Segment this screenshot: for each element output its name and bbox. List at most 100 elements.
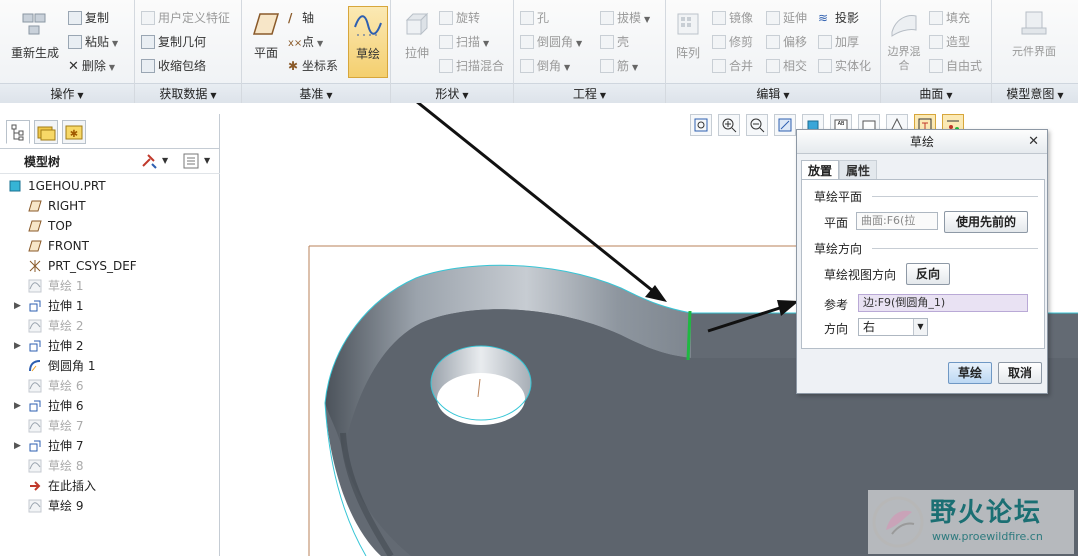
reference-field[interactable]: 边:F9(倒圆角_1) [858,294,1028,312]
offset-button[interactable]: 偏移 [766,32,807,52]
use-previous-button[interactable]: 使用先前的 [944,211,1028,233]
csys-button[interactable]: ✱ 坐标系 [288,56,338,76]
delete-button[interactable]: ✕ 删除 ▼ [68,56,115,76]
tree-item-extrude[interactable]: ▶ 拉伸 2 [0,336,220,356]
group-label-editing[interactable]: 编辑 ▼ [666,83,880,103]
shell-button[interactable]: 壳 [600,32,629,52]
paste-button[interactable]: 粘贴 ▼ [68,32,118,52]
expand-arrow-icon[interactable]: ▶ [14,396,24,416]
tree-item-insert-here[interactable]: 在此插入 [0,476,220,496]
udf-button[interactable]: 用户定义特征 [141,8,230,28]
group-label-shapes[interactable]: 形状 ▼ [391,83,513,103]
tree-item-sketch[interactable]: 草绘 7 [0,416,220,436]
model-tree-icon [11,124,24,141]
axis-button[interactable]: / 轴 [288,8,314,28]
swept-blend-button[interactable]: 扫描混合 [439,56,504,76]
tab-folder-browser[interactable] [34,120,58,144]
tree-item-sketch[interactable]: 草绘 2 [0,316,220,336]
tree-item-round[interactable]: 倒圆角 1 [0,356,220,376]
copy-geom-button[interactable]: 复制几何 [141,32,206,52]
copy-button[interactable]: 复制 [68,8,109,28]
tree-item-datum[interactable]: PRT_CSYS_DEF [0,256,220,276]
mirror-button[interactable]: 镜像 [712,8,753,28]
regenerate-button[interactable]: 重新生成 [8,6,62,78]
tree-item-datum[interactable]: TOP [0,216,220,236]
revolve-icon [439,11,453,25]
thicken-button[interactable]: 加厚 [818,32,859,52]
view-direction-label: 草绘视图方向 [824,268,897,282]
style-button[interactable]: 造型 [929,32,970,52]
extend-button[interactable]: 延伸 [766,8,807,28]
round-label: 倒圆角 [537,35,574,49]
draft-button[interactable]: 拔模 ▼ [600,8,650,28]
cancel-button[interactable]: 取消 [998,362,1042,384]
group-label-model-intent[interactable]: 模型意图 ▼ [992,83,1078,103]
freestyle-button[interactable]: 自由式 [929,56,982,76]
tree-item-extrude[interactable]: ▶ 拉伸 1 [0,296,220,316]
merge-button[interactable]: 合并 [712,56,753,76]
chamfer-button[interactable]: 倒角 ▼ [520,56,570,76]
point-button[interactable]: x×点 ▼ [288,32,323,52]
tree-item-extrude[interactable]: ▶ 拉伸 6 [0,396,220,416]
zoom-in-button[interactable] [718,114,740,136]
tree-settings-icon[interactable] [140,152,158,170]
flip-button[interactable]: 反向 [906,263,950,285]
round-button[interactable]: 倒圆角 ▼ [520,32,582,52]
expand-arrow-icon[interactable]: ▶ [14,296,24,316]
revolve-button[interactable]: 旋转 [439,8,480,28]
tree-item-datum[interactable]: RIGHT [0,196,220,216]
rib-label: 筋 [617,59,630,73]
tab-model-tree[interactable] [6,120,30,144]
tree-item-datum[interactable]: 1GEHOU.PRT [0,176,220,196]
group-label-surfaces[interactable]: 曲面 ▼ [881,83,991,103]
tree-item-sketch[interactable]: 草绘 1 [0,276,220,296]
tree-settings-dropdown[interactable]: ▼ [162,151,168,171]
solidify-button[interactable]: 实体化 [818,56,871,76]
rib-button[interactable]: 筋 ▼ [600,56,638,76]
pattern-button[interactable]: 阵列 [668,6,708,78]
refit-button[interactable] [690,114,712,136]
component-interface-button[interactable]: 元件界面 [1010,6,1058,78]
trim-button[interactable]: 修剪 [712,32,753,52]
copy-label: 复制 [85,11,110,25]
tree-columns-icon[interactable] [182,152,200,170]
plane-field[interactable]: 曲面:F6(拉 [856,212,938,230]
tree-item-sketch[interactable]: 草绘 8 [0,456,220,476]
sketch-button[interactable]: 草绘 [348,6,388,78]
sweep-button[interactable]: 扫描 ▼ [439,32,489,52]
group-label-get-data[interactable]: 获取数据 ▼ [135,83,241,103]
group-label-datum[interactable]: 基准 ▼ [242,83,390,103]
hole-button[interactable]: 孔 [520,8,549,28]
boundary-blend-button[interactable]: 边界混合 [883,6,925,78]
tab-properties[interactable]: 属性 [839,160,878,180]
tree-item-sketch[interactable]: 草绘 9 [0,496,220,516]
tab-placement[interactable]: 放置 [801,160,840,180]
tree-item-sketch[interactable]: 草绘 6 [0,376,220,396]
dialog-title-bar[interactable]: 草绘 ✕ [797,130,1047,154]
plane-button[interactable]: 平面 [244,6,288,78]
intersect-button[interactable]: 相交 [766,56,807,76]
shrinkwrap-label: 收缩包络 [158,59,207,73]
orientation-select[interactable]: 右 ▼ [858,318,928,336]
group-label-operations[interactable]: 操作 ▼ [0,83,134,103]
extrude-button[interactable]: 拉伸 [395,6,439,78]
shrinkwrap-button[interactable]: 收缩包络 [141,56,206,76]
project-button[interactable]: ≋ 投影 [818,8,859,28]
expand-arrow-icon[interactable]: ▶ [14,336,24,356]
sketch-confirm-button[interactable]: 草绘 [948,362,992,384]
swept-blend-icon [439,59,453,73]
tree-item-extrude[interactable]: ▶ 拉伸 7 [0,436,220,456]
csys-label: 坐标系 [302,59,339,73]
fill-button[interactable]: 填充 [929,8,970,28]
tree-item-datum[interactable]: FRONT [0,236,220,256]
close-icon[interactable]: ✕ [1028,130,1039,154]
group-label-engineering[interactable]: 工程 ▼ [514,83,665,103]
tab-favorites[interactable]: ✱ [62,120,86,144]
repaint-button[interactable] [774,114,796,136]
hole-icon [520,11,534,25]
expand-arrow-icon[interactable]: ▶ [14,436,24,456]
zoom-out-button[interactable] [746,114,768,136]
extrude-icon [28,299,42,313]
dialog-body: 草绘平面 平面 曲面:F6(拉 使用先前的 草绘方向 草绘视图方向 反向 参考 … [801,179,1045,349]
tree-columns-dropdown[interactable]: ▼ [204,151,210,171]
